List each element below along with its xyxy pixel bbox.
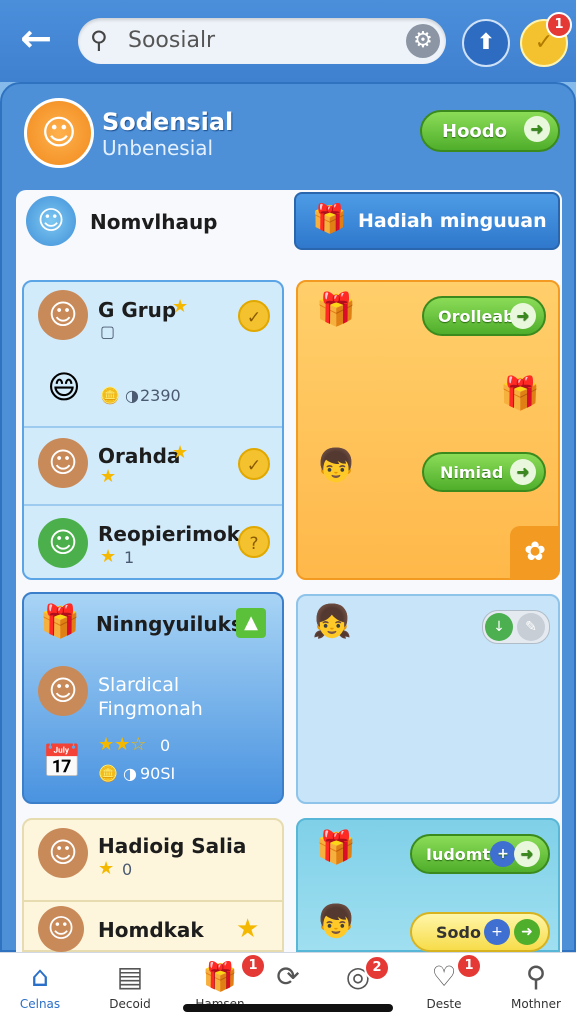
friend-name: Homdkak — [98, 918, 204, 942]
nav-item-favorites[interactable]: ♡ Deste 1 — [396, 953, 492, 1025]
arrow-right-icon: ➜ — [514, 919, 540, 945]
reward-action-label-1: Iudomt — [426, 845, 491, 864]
emoji-icon: 😄 — [47, 368, 81, 406]
home-indicator — [183, 1004, 393, 1012]
help-badge-icon[interactable]: ? — [238, 526, 270, 558]
profile-action-button[interactable]: Hoodo ➜ — [420, 110, 560, 152]
character-avatar-icon: 👦 — [316, 446, 356, 484]
nav-label: Mothner — [511, 997, 561, 1011]
gift-action-button-1[interactable]: Orolleab ➜ — [422, 296, 546, 336]
profile-subtitle: Unbenesial — [102, 136, 214, 160]
challenge-stats: 90SI — [140, 764, 176, 783]
gift-box-icon: 🎁 — [500, 374, 540, 412]
notification-badge: 2 — [364, 955, 390, 981]
friend-name: G Grup — [98, 298, 177, 322]
friend-avatar[interactable]: ☺ — [38, 906, 84, 952]
challenge-title: Ninngyuiluks — [96, 612, 243, 636]
weekly-gift-label: Hadiah minguuan — [358, 210, 547, 232]
shield-icon: ▢ — [100, 322, 116, 341]
upload-button[interactable]: ⬆ — [462, 19, 510, 67]
gift-action-button-2[interactable]: Nimiad ➜ — [422, 452, 546, 492]
settings-gear-icon[interactable]: ⚙ — [406, 24, 440, 58]
star-icon: ★ — [236, 914, 260, 944]
friend-count: 1 — [124, 548, 135, 567]
coin-icon: 🪙 ◑ — [100, 386, 139, 405]
document-icon: ▤ — [116, 960, 144, 993]
gift-action-label-2: Nimiad — [440, 463, 504, 482]
friend-avatar[interactable]: ☺ — [38, 438, 88, 488]
arrow-right-icon: ➜ — [524, 116, 550, 142]
rating-value: 0 — [160, 736, 171, 755]
flower-icon[interactable]: ✿ — [510, 526, 560, 578]
notification-badge: 1 — [456, 953, 482, 979]
notification-badge: 1 — [546, 12, 572, 38]
search-icon: ⚲ — [525, 960, 547, 993]
profile-title: Sodensial — [102, 108, 234, 136]
search-value: Soosialr — [128, 28, 216, 53]
calendar-icon: 📅 — [42, 742, 82, 780]
plus-icon: + — [490, 841, 516, 867]
profile-avatar[interactable]: ☺ — [24, 98, 94, 168]
friend-stats: 2390 — [140, 386, 181, 405]
reward-action-label-2: Sodo — [436, 923, 481, 942]
bottom-navigation: ⌂ Celnas ▤ Decoid 🎁 Hamsen 1 ⟳ ◎ 2 ♡ Des… — [0, 952, 576, 1025]
friend-name: Orahda — [98, 444, 181, 468]
coins-icon: ◎ — [345, 960, 371, 993]
arrow-right-icon: ➜ — [510, 459, 536, 485]
home-icon: ⌂ — [31, 960, 49, 993]
toggle-switch[interactable]: ↓ ✎ — [482, 610, 550, 644]
friend-count: 0 — [122, 860, 133, 879]
nav-label: Celnas — [19, 997, 61, 1011]
weekly-gift-tab[interactable]: 🎁 Hadiah minguuan — [294, 192, 560, 250]
rating-stars: ★★☆ — [98, 734, 147, 755]
back-arrow-icon[interactable]: ← — [14, 18, 58, 62]
check-badge-icon[interactable]: ✓ — [238, 300, 270, 332]
gift-box-icon: 🎁 — [40, 602, 80, 640]
friend-name: Hadioig Salia — [98, 834, 247, 858]
section-title: Nomvlhaup — [90, 210, 218, 234]
check-badge-icon[interactable]: ✓ — [238, 448, 270, 480]
reward-action-button-1[interactable]: Iudomt + ➜ — [410, 834, 550, 874]
down-arrow-icon: ↓ — [485, 613, 513, 641]
star-icon: ★ — [100, 546, 117, 567]
nav-item-search[interactable]: ⚲ Mothner — [488, 953, 576, 1025]
group-avatar: ☺ — [26, 196, 76, 246]
friend-avatar[interactable]: ☺ — [38, 290, 88, 340]
star-icon: ★ — [98, 858, 115, 879]
nav-label: Decoid — [109, 997, 151, 1011]
star-icon: ★ — [172, 442, 189, 463]
star-icon: ★ — [100, 466, 117, 487]
star-icon: ★ — [172, 296, 189, 317]
friend-avatar[interactable]: ☺ — [38, 828, 88, 878]
challenge-name-1: Slardical — [98, 674, 180, 696]
pencil-icon: ✎ — [517, 613, 545, 641]
character-avatar-icon: 👦 — [316, 902, 356, 940]
gift-action-label-1: Orolleab — [438, 307, 515, 326]
nav-item-document[interactable]: ▤ Decoid — [82, 953, 178, 1025]
profile-action-label: Hoodo — [442, 121, 508, 142]
challenge-name-2: Fingmonah — [98, 698, 203, 720]
gift-box-icon: 🎁 — [316, 290, 356, 328]
nav-label: Deste — [426, 997, 462, 1011]
gift-box-icon: 🎁 — [316, 828, 356, 866]
plus-icon: + — [484, 919, 510, 945]
reward-action-button-2[interactable]: Sodo + ➜ — [410, 912, 550, 952]
coin-icon: 🪙 ◑ — [98, 764, 137, 783]
arrow-right-icon: ➜ — [514, 841, 540, 867]
search-icon: ⚲ — [90, 26, 108, 54]
friend-avatar[interactable]: ☺ — [38, 518, 88, 568]
nav-item-home[interactable]: ⌂ Celnas — [0, 953, 88, 1025]
arrow-right-icon: ➜ — [510, 303, 536, 329]
search-input[interactable]: ⚲ Soosialr ⚙ — [78, 18, 446, 64]
gift-box-icon: 🎁 — [312, 202, 347, 235]
nav-item-coins[interactable]: ◎ 2 — [310, 953, 406, 1025]
character-avatar-icon: 👧 — [312, 602, 352, 640]
friend-avatar[interactable]: ☺ — [38, 666, 88, 716]
upvote-icon[interactable]: ▲ — [236, 608, 266, 638]
friend-name: Reopierimok — [98, 522, 241, 546]
